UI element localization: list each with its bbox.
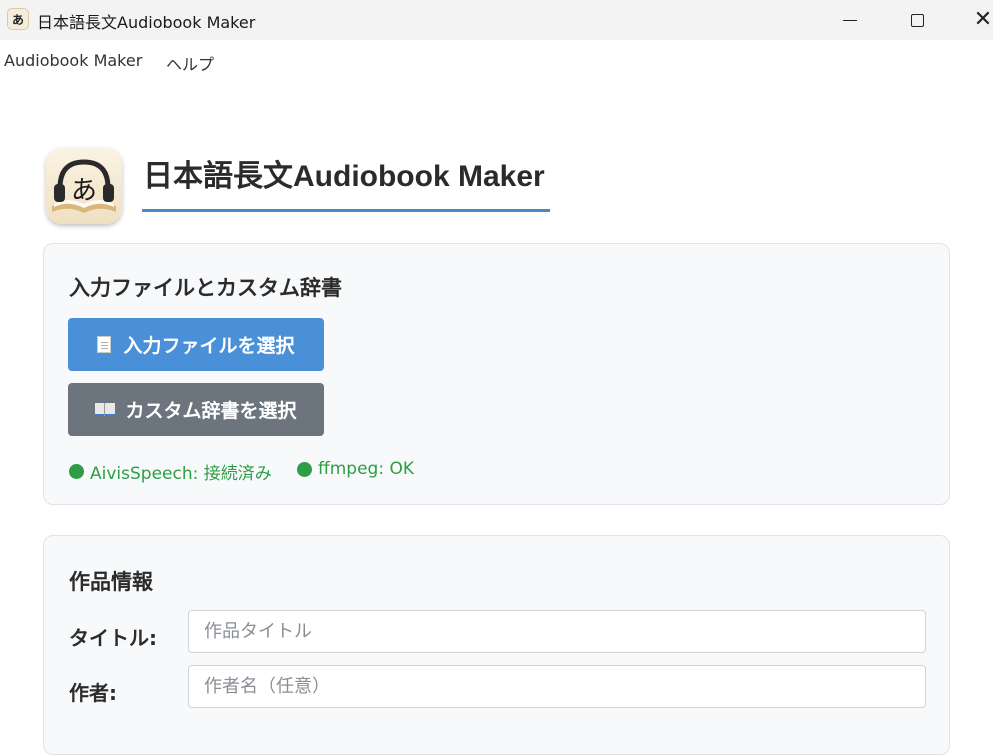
select-input-file-button[interactable]: 入力ファイルを選択: [68, 318, 324, 371]
files-section-heading: 入力ファイルとカスタム辞書: [69, 276, 342, 300]
close-button[interactable]: ✕: [960, 0, 993, 40]
maximize-button[interactable]: [894, 0, 940, 40]
menu-item-audiobook-maker[interactable]: Audiobook Maker: [4, 51, 142, 70]
ffmpeg-status-text: ffmpeg: OK: [318, 459, 414, 479]
ffmpeg-status: ffmpeg: OK: [297, 459, 414, 479]
aivisspeech-status: AivisSpeech: 接続済み: [69, 459, 272, 484]
app-logo: あ: [46, 148, 122, 224]
select-input-file-label: 入力ファイルを選択: [123, 335, 295, 357]
close-icon: ✕: [973, 7, 993, 32]
headphones-book-icon: あ: [52, 159, 116, 213]
document-icon: [97, 336, 112, 353]
minimize-button[interactable]: [827, 0, 873, 40]
title-bar: あ 日本語長文Audiobook Maker ✕: [0, 0, 993, 40]
book-icon: [95, 403, 116, 416]
minimize-icon: [843, 19, 857, 21]
status-dot-icon: [297, 461, 312, 477]
select-custom-dictionary-label: カスタム辞書を選択: [125, 400, 297, 422]
svg-text:あ: あ: [71, 176, 97, 206]
app-icon: あ: [7, 8, 29, 30]
maximize-icon: [910, 13, 924, 27]
window-title: 日本語長文Audiobook Maker: [37, 13, 256, 32]
page-title: 日本語長文Audiobook Maker: [143, 160, 545, 193]
author-label: 作者:: [69, 681, 117, 705]
work-info-heading: 作品情報: [69, 570, 153, 594]
menu-bar: Audiobook Maker ヘルプ: [0, 40, 993, 82]
aivisspeech-status-text: AivisSpeech: 接続済み: [90, 464, 272, 484]
author-input[interactable]: [188, 665, 926, 708]
select-custom-dictionary-button[interactable]: カスタム辞書を選択: [68, 383, 324, 436]
status-dot-icon: [69, 464, 84, 479]
title-input[interactable]: [188, 610, 926, 653]
title-label: タイトル:: [69, 626, 157, 650]
work-info-section: 作品情報 タイトル: 作者:: [43, 535, 950, 755]
files-section: 入力ファイルとカスタム辞書 入力ファイルを選択 カスタム辞書を選択 AivisS…: [43, 243, 950, 505]
menu-item-help[interactable]: ヘルプ: [166, 51, 214, 75]
title-underline: [142, 209, 550, 212]
